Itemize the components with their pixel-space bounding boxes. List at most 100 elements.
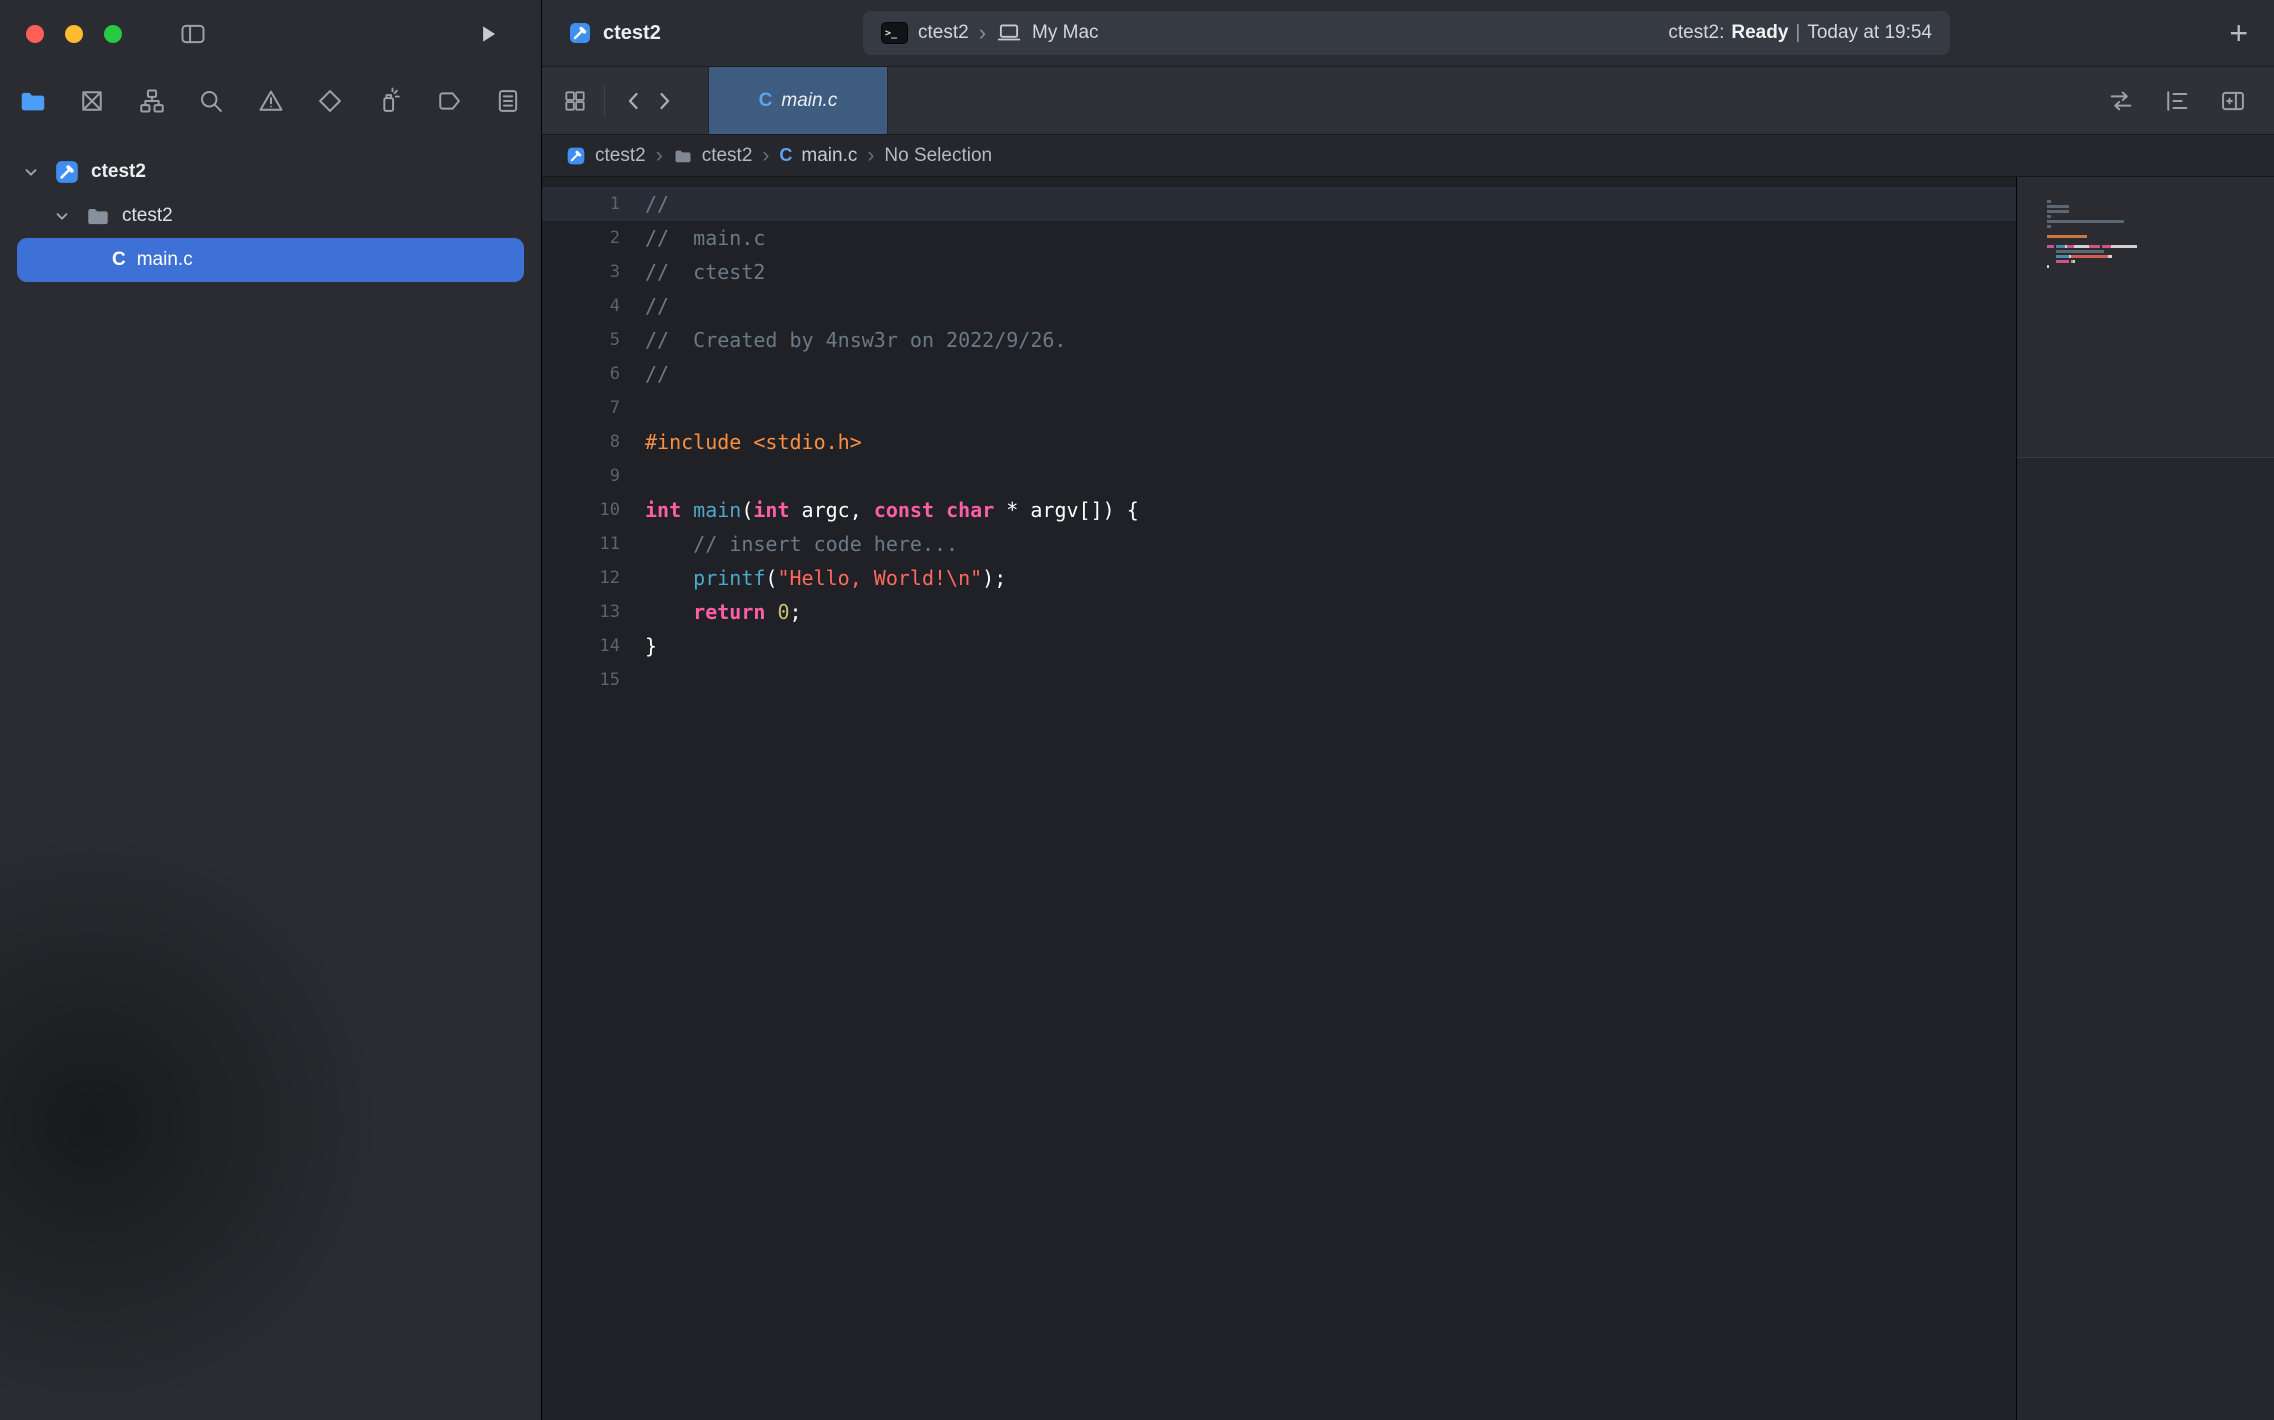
jumpbar-item-group[interactable]: ctest2 [702,145,753,167]
code-text[interactable]: return 0; [645,595,802,629]
code-line-10[interactable]: 10int main(int argc, const char * argv[]… [542,493,2016,527]
scheme-name[interactable]: ctest2 [918,22,969,44]
code-editor[interactable]: 1//2// main.c3// ctest24//5// Created by… [542,177,2016,1420]
editor-options-icon[interactable] [2162,86,2192,116]
minimap-segment [2047,250,2056,253]
line-number[interactable]: 12 [542,561,642,595]
code-line-4[interactable]: 4// [542,289,2016,323]
minimap-line [2047,215,2137,218]
line-number[interactable]: 14 [542,629,642,663]
jumpbar-item-project[interactable]: ctest2 [595,145,646,167]
minimap-segment [2047,210,2069,213]
code-line-6[interactable]: 6// [542,357,2016,391]
code-text[interactable]: // [645,289,669,323]
line-number[interactable]: 15 [542,663,642,697]
disclosure-chevron-down-icon[interactable] [18,163,44,181]
line-number[interactable]: 4 [542,289,642,323]
line-number[interactable]: 2 [542,221,642,255]
disclosure-chevron-down-icon[interactable] [49,207,75,225]
jumpbar-item-selection[interactable]: No Selection [884,145,992,167]
minimap-segment [2047,265,2049,268]
destination-name[interactable]: My Mac [1032,22,1099,44]
code-line-7[interactable]: 7 [542,391,2016,425]
code-line-13[interactable]: 13 return 0; [542,595,2016,629]
navigator-reports-icon[interactable] [493,86,523,116]
line-number[interactable]: 11 [542,527,642,561]
library-add-button[interactable]: + [2229,17,2248,49]
code-text[interactable]: // [645,187,669,221]
traffic-lights [26,25,122,43]
back-button[interactable] [619,86,649,116]
tree-item-project[interactable]: ctest2 [0,150,541,194]
navigator-find-icon[interactable] [196,86,226,116]
activity-view: >_ ctest2 › My Mac ctest2: Ready | Today… [863,11,1950,55]
code-token: char [946,498,994,522]
tree-item-file-selected[interactable]: C main.c [17,238,524,282]
navigator-symbols-icon[interactable] [137,86,167,116]
code-token: main [693,498,741,522]
line-number[interactable]: 6 [542,357,642,391]
jumpbar-item-file[interactable]: main.c [801,145,857,167]
code-review-icon[interactable] [2106,86,2136,116]
code-text[interactable]: // [645,357,669,391]
toggle-sidebar-icon[interactable] [177,20,209,48]
navigator-breakpoints-icon[interactable] [434,86,464,116]
status-separator: | [1795,22,1800,44]
code-text[interactable]: int main(int argc, const char * argv[]) … [645,493,1139,527]
related-items-icon[interactable] [560,86,590,116]
code-line-3[interactable]: 3// ctest2 [542,255,2016,289]
tab-main-c[interactable]: C main.c [708,67,888,134]
minimap-segment [2047,220,2124,223]
status-project: ctest2: [1668,22,1724,44]
main-area: ctest2 >_ ctest2 › My Mac ctest2: Ready [542,0,2274,1420]
tree-item-label: main.c [137,249,193,271]
code-text[interactable]: // ctest2 [645,255,765,289]
code-line-11[interactable]: 11 // insert code here... [542,527,2016,561]
line-number[interactable]: 7 [542,391,642,425]
zoom-button[interactable] [104,25,122,43]
minimap-line [2047,220,2137,223]
line-number[interactable]: 5 [542,323,642,357]
code-text[interactable]: // main.c [645,221,765,255]
scheme-selector[interactable]: >_ ctest2 › My Mac [881,20,1099,46]
code-token: argc, [790,498,874,522]
code-text[interactable]: printf("Hello, World!\n"); [645,561,1006,595]
line-number[interactable]: 3 [542,255,642,289]
forward-button[interactable] [649,86,679,116]
tree-item-group[interactable]: ctest2 [0,194,541,238]
navigator-project-icon[interactable] [18,86,48,116]
line-number[interactable]: 8 [542,425,642,459]
code-text[interactable]: } [645,629,657,663]
code-token: int [645,498,681,522]
navigator-tests-icon[interactable] [315,86,345,116]
line-number[interactable]: 10 [542,493,642,527]
navigator-source-control-icon[interactable] [77,86,107,116]
code-token: ); [982,566,1006,590]
code-text[interactable]: // Created by 4nsw3r on 2022/9/26. [645,323,1066,357]
code-text[interactable]: // insert code here... [645,527,958,561]
minimap-line [2047,270,2137,273]
xcode-project-icon [566,146,586,166]
run-button[interactable] [475,21,501,47]
code-line-14[interactable]: 14} [542,629,2016,663]
navigator-debug-icon[interactable] [374,86,404,116]
minimap[interactable] [2016,177,2274,1420]
code-line-8[interactable]: 8#include <stdio.h> [542,425,2016,459]
code-text[interactable]: #include <stdio.h> [645,425,862,459]
line-number[interactable]: 13 [542,595,642,629]
code-token: ; [790,600,802,624]
line-number[interactable]: 1 [542,187,642,221]
code-line-2[interactable]: 2// main.c [542,221,2016,255]
minimap-segment [2047,205,2069,208]
code-line-5[interactable]: 5// Created by 4nsw3r on 2022/9/26. [542,323,2016,357]
add-editor-icon[interactable] [2218,86,2248,116]
line-number[interactable]: 9 [542,459,642,493]
code-line-1[interactable]: 1// [542,187,2016,221]
code-line-9[interactable]: 9 [542,459,2016,493]
code-line-12[interactable]: 12 printf("Hello, World!\n"); [542,561,2016,595]
minimize-button[interactable] [65,25,83,43]
editor-area: 1//2// main.c3// ctest24//5// Created by… [542,177,2274,1420]
navigator-issues-icon[interactable] [256,86,286,116]
code-line-15[interactable]: 15 [542,663,2016,697]
close-button[interactable] [26,25,44,43]
